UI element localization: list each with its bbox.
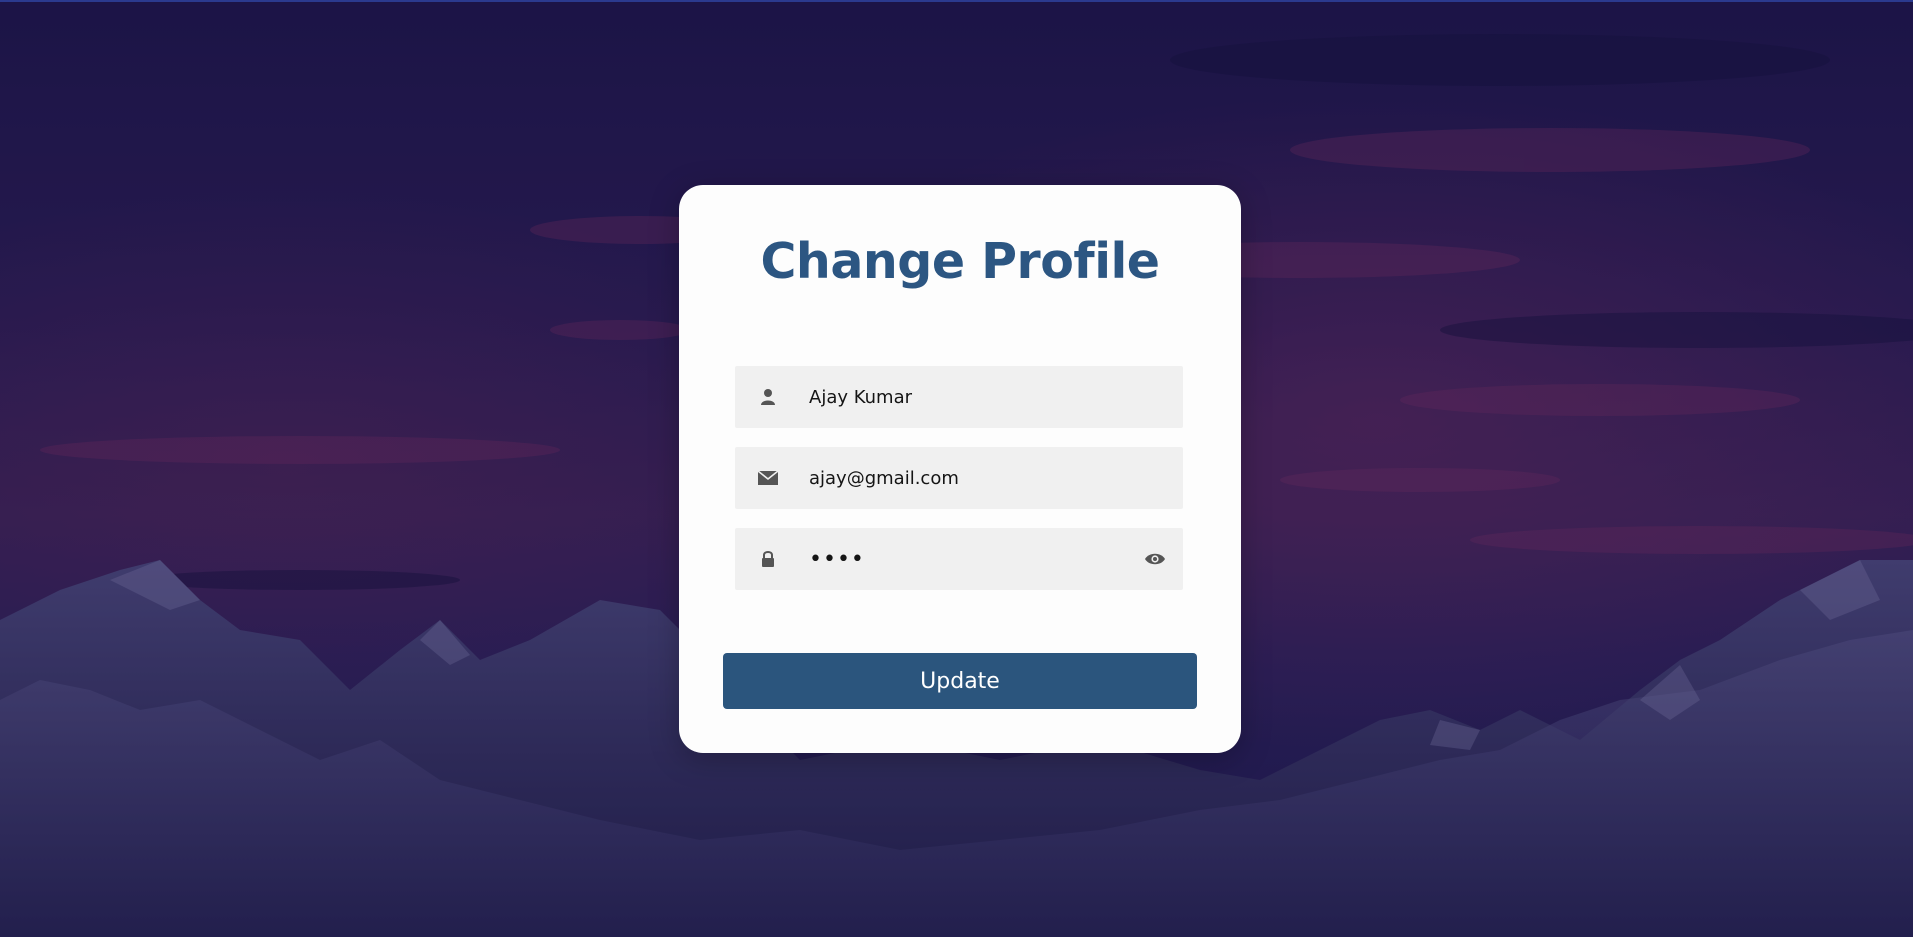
email-input[interactable] (809, 447, 1139, 509)
eye-icon[interactable] (1143, 548, 1167, 570)
user-icon (757, 385, 779, 409)
password-input[interactable] (809, 528, 1139, 590)
change-profile-card: Change Profile Ajay Kumar ajay@gmail.com… (679, 185, 1241, 753)
update-button[interactable]: Update (723, 653, 1197, 709)
page-title: Change Profile (760, 233, 1160, 290)
password-field[interactable] (735, 528, 1183, 590)
email-field[interactable] (735, 447, 1183, 509)
top-border-line (0, 0, 1913, 2)
envelope-icon (757, 466, 779, 490)
name-field[interactable] (735, 366, 1183, 428)
lock-icon (757, 547, 779, 571)
name-input[interactable] (809, 366, 1139, 428)
